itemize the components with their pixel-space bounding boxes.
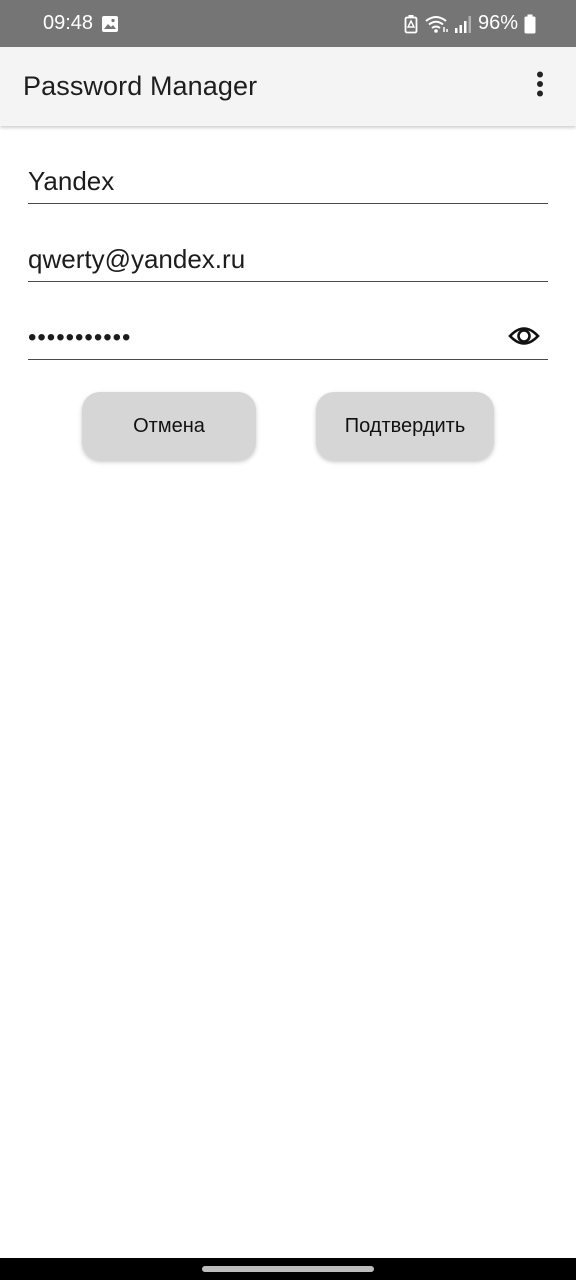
status-left: 09:48: [43, 12, 119, 35]
overflow-menu-button[interactable]: [522, 65, 558, 109]
gallery-icon: [101, 15, 119, 33]
entry-form: [28, 150, 548, 384]
status-time: 09:48: [43, 12, 94, 34]
signal-icon: [454, 14, 472, 34]
status-bar: 09:48 96%: [0, 0, 576, 47]
password-field: [28, 306, 548, 360]
app-bar: Password Manager: [0, 47, 576, 126]
password-input[interactable]: [28, 306, 548, 359]
battery-level: 96%: [477, 12, 518, 34]
battery-saver-icon: [404, 14, 418, 34]
eye-icon: [508, 325, 540, 352]
app-title: Password Manager: [23, 71, 258, 101]
login-field: [28, 228, 548, 282]
site-input[interactable]: [28, 150, 548, 203]
wifi-icon: [424, 14, 448, 34]
navigation-bar: [0, 1258, 576, 1280]
action-buttons: Отмена Подтвердить: [82, 392, 494, 460]
more-vert-icon: [536, 71, 544, 102]
confirm-button[interactable]: Подтвердить: [316, 392, 494, 460]
battery-icon: [524, 14, 536, 34]
cancel-button[interactable]: Отмена: [82, 392, 256, 460]
site-field: [28, 150, 548, 204]
status-right: 96%: [404, 12, 536, 35]
toggle-password-visibility-button[interactable]: [502, 318, 546, 358]
login-input[interactable]: [28, 228, 548, 281]
home-indicator[interactable]: [202, 1266, 374, 1272]
